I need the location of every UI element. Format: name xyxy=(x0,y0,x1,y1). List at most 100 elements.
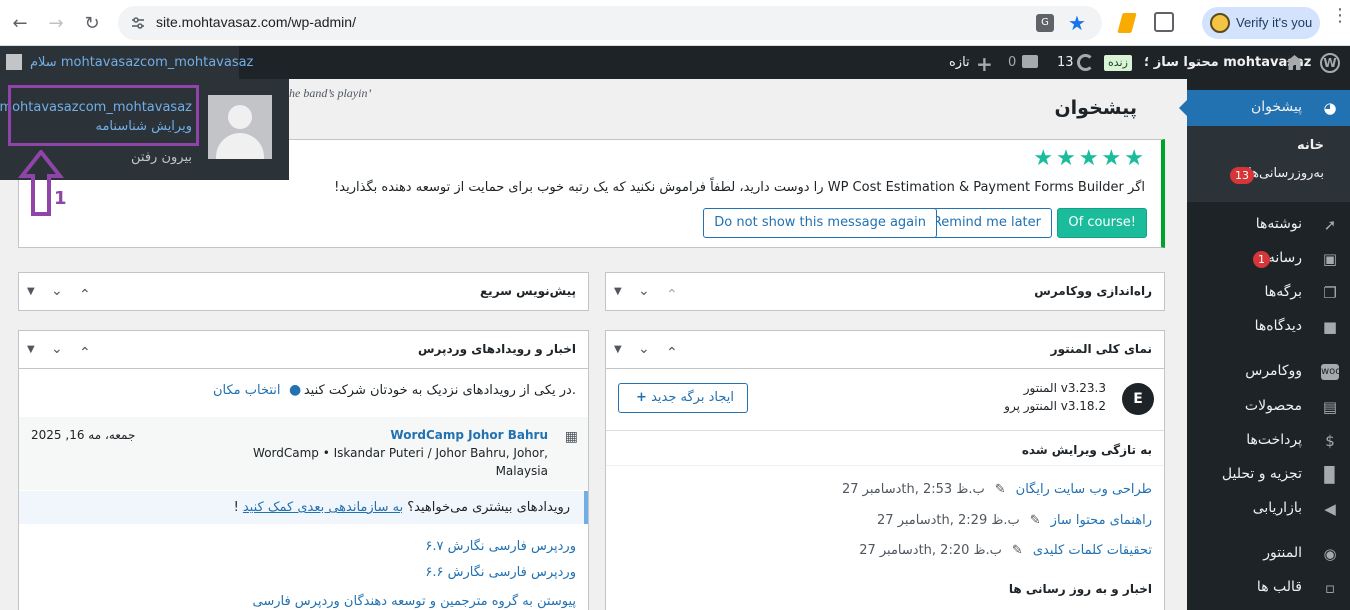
elementor-overview-widget: نمای کلی المنتور ▼ ⌄ ⌃ E المنتور v3.23.3… xyxy=(605,330,1165,610)
news-updates-title: اخبار و به روز رسانی ها xyxy=(1008,582,1152,596)
archive-box-icon: ▤ xyxy=(1322,398,1338,416)
home-icon[interactable] xyxy=(1286,55,1303,70)
chevron-up-icon[interactable]: ⌃ xyxy=(666,345,678,361)
avatar-head xyxy=(228,105,252,129)
sidebar-item-marketing[interactable]: بازاریابی xyxy=(1253,500,1302,516)
sidebar-item-pages[interactable]: برگه‌ها xyxy=(1265,284,1302,300)
sidebar-subitem-updates[interactable]: به‌روزرسانی‌ها xyxy=(1248,166,1324,181)
extension-icon[interactable] xyxy=(1117,13,1137,33)
plus-icon: + xyxy=(636,390,647,405)
toggle-triangle-icon[interactable]: ▼ xyxy=(614,286,622,297)
dollar-icon: $ xyxy=(1325,432,1335,450)
greeting-label[interactable]: سلام mohtavasazcom_mohtavasaz xyxy=(30,46,253,79)
event-title-link[interactable]: WordCamp Johor Bahru xyxy=(390,428,548,442)
profile-label: Verify it's you xyxy=(1236,15,1313,30)
hello-dolly-quote: he band’s playin’ xyxy=(289,86,372,100)
sidebar-item-comments[interactable]: دیدگاه‌ها xyxy=(1255,318,1302,334)
chevron-down-icon[interactable]: ⌄ xyxy=(51,341,63,357)
sidebar-item-analytics[interactable]: تجزیه و تحلیل xyxy=(1222,466,1302,482)
back-arrow-icon[interactable]: ← xyxy=(6,9,34,37)
my-account-menu[interactable]: سلام mohtavasazcom_mohtavasaz xyxy=(0,46,253,79)
elementor-version: المنتور v3.23.3 xyxy=(1023,381,1106,395)
sidebar-item-woocommerce[interactable]: ووکامرس xyxy=(1245,363,1302,379)
toggle-triangle-icon[interactable]: ▼ xyxy=(27,344,35,355)
chevron-down-icon[interactable]: ⌄ xyxy=(638,283,650,299)
chevron-down-icon[interactable]: ⌄ xyxy=(51,283,63,299)
woocommerce-setup-widget: راه‌اندازی ووکامرس ▼ ⌄ ⌃ xyxy=(605,272,1165,311)
sidebar-item-products[interactable]: محصولات xyxy=(1245,398,1302,414)
elementor-logo-icon: E xyxy=(1122,383,1154,415)
address-bar[interactable]: site.mohtavasaz.com/wp-admin/ G ★ xyxy=(118,6,1102,40)
chevron-up-icon[interactable]: ⌃ xyxy=(666,287,678,303)
logout-link[interactable]: بیرون رفتن xyxy=(131,150,192,165)
sidebar-item-templates[interactable]: قالب ها xyxy=(1257,579,1302,595)
comments-count[interactable]: 0 xyxy=(1008,46,1016,79)
extensions-puzzle-icon[interactable] xyxy=(1154,12,1174,32)
event-date: جمعه، مه 16, 2025 xyxy=(31,428,136,442)
folder-icon: ▫ xyxy=(1324,579,1336,597)
widget-title: راه‌اندازی ووکامرس xyxy=(1034,284,1152,298)
news-link[interactable]: وردپرس فارسی نگارش ۶.۶ xyxy=(425,565,576,580)
widget-title: پیش‌نویس سریع xyxy=(479,284,576,298)
chevron-down-icon[interactable]: ⌄ xyxy=(638,341,650,357)
select-location-link[interactable]: انتخاب مکان xyxy=(213,383,281,398)
help-organize-link[interactable]: به سازماندهی بعدی کمک کنید xyxy=(243,500,403,515)
site-settings-icon[interactable] xyxy=(130,15,146,31)
wp-events-news-widget: اخبار و رویدادهای وردپرس ▼ ⌄ ⌃ در یکی از… xyxy=(18,330,589,610)
avatar xyxy=(6,54,22,70)
plus-icon[interactable]: + xyxy=(976,52,993,76)
profile-avatar xyxy=(1210,13,1230,33)
dismiss-notice-button[interactable]: Do not show this message again xyxy=(703,208,937,238)
wordpress-logo-icon[interactable]: W xyxy=(1320,53,1340,73)
of-course-button[interactable]: Of course! xyxy=(1057,208,1147,238)
sidebar-item-payments[interactable]: پرداخت‌ها xyxy=(1246,432,1302,448)
elementor-version-row: E المنتور v3.23.3 المنتور پرو v3.18.2 + … xyxy=(606,370,1164,430)
pencil-icon: ✎ xyxy=(994,482,1006,497)
list-item: تحقیقات کلمات کلیدی ✎ دسامبر 27th, 2:20 … xyxy=(859,543,1152,561)
recent-item-link[interactable]: تحقیقات کلمات کلیدی xyxy=(1033,543,1152,561)
forward-arrow-icon[interactable]: → xyxy=(42,9,70,37)
news-link[interactable]: پیوستن به گروه مترجمین و توسعه دهندگان و… xyxy=(252,594,576,609)
annotation-number: 1 xyxy=(54,188,67,209)
page-title: پیشخوان xyxy=(1054,97,1137,119)
avatar-body xyxy=(216,133,264,159)
quick-draft-widget: پیش‌نویس سریع ▼ ⌄ ⌃ xyxy=(18,272,589,311)
updates-count[interactable]: 13 xyxy=(1057,46,1074,79)
news-link[interactable]: وردپرس فارسی نگارش ۶.۷ xyxy=(425,539,576,554)
more-events-exclamation: ! xyxy=(233,500,239,515)
more-events-text: رویدادهای بیشتری می‌خواهید؟ به سازماندهی… xyxy=(234,500,570,515)
new-content-label[interactable]: تازه xyxy=(949,46,970,79)
megaphone-icon: ◀ xyxy=(1324,500,1336,518)
profile-button[interactable]: Verify it's you xyxy=(1202,7,1320,39)
wp-admin-bar: سلام mohtavasazcom_mohtavasaz تازه + 0 1… xyxy=(0,46,1350,79)
elementor-icon: ◉ xyxy=(1323,545,1337,563)
create-new-page-button[interactable]: + ایجاد برگه جدید xyxy=(618,383,748,413)
reload-icon[interactable]: ↻ xyxy=(78,9,106,37)
sidebar-item-dashboard[interactable]: ◕ پیشخوان xyxy=(1179,90,1350,126)
widget-controls: ▼ ⌄ ⌃ xyxy=(614,341,694,361)
more-events-row: رویدادهای بیشتری می‌خواهید؟ به سازماندهی… xyxy=(19,491,588,524)
wordcamp-icon: ▦ xyxy=(564,429,578,445)
bookmark-star-icon[interactable]: ★ xyxy=(1068,11,1086,35)
sidebar-item-posts[interactable]: نوشته‌ها xyxy=(1256,216,1302,232)
toggle-triangle-icon[interactable]: ▼ xyxy=(27,286,35,297)
pin-icon: ➚ xyxy=(1323,216,1337,234)
recent-item-link[interactable]: طراحی وب سایت رایگان xyxy=(1016,482,1152,500)
chevron-up-icon[interactable]: ⌃ xyxy=(79,345,91,361)
translate-icon[interactable]: G xyxy=(1036,14,1054,32)
attend-events-text: در یکی از رویدادهای نزدیک به خودتان شرکت… xyxy=(303,383,576,398)
comment-icon[interactable] xyxy=(1022,55,1038,68)
elementor-pro-version: المنتور پرو v3.18.2 xyxy=(1004,399,1106,413)
sidebar-item-elementor[interactable]: المنتور xyxy=(1263,545,1302,561)
recent-item-link[interactable]: راهنمای محتوا ساز xyxy=(1051,513,1152,531)
sidebar-subitem-home[interactable]: خانه xyxy=(1297,138,1324,153)
remind-later-button[interactable]: Remind me later xyxy=(921,208,1052,238)
toggle-triangle-icon[interactable]: ▼ xyxy=(614,344,622,355)
admin-sidebar: ◕ پیشخوان خانه به‌روزرسانی‌ها 13 ➚ نوشته… xyxy=(1179,79,1350,610)
updates-icon[interactable] xyxy=(1077,54,1094,71)
widget-title: اخبار و رویدادهای وردپرس xyxy=(417,342,576,356)
kebab-menu-icon[interactable]: ⋮ xyxy=(1331,7,1349,25)
url-text[interactable]: site.mohtavasaz.com/wp-admin/ xyxy=(156,14,356,30)
sidebar-item-media[interactable]: رسانه xyxy=(1268,250,1302,266)
chevron-up-icon[interactable]: ⌃ xyxy=(79,287,91,303)
